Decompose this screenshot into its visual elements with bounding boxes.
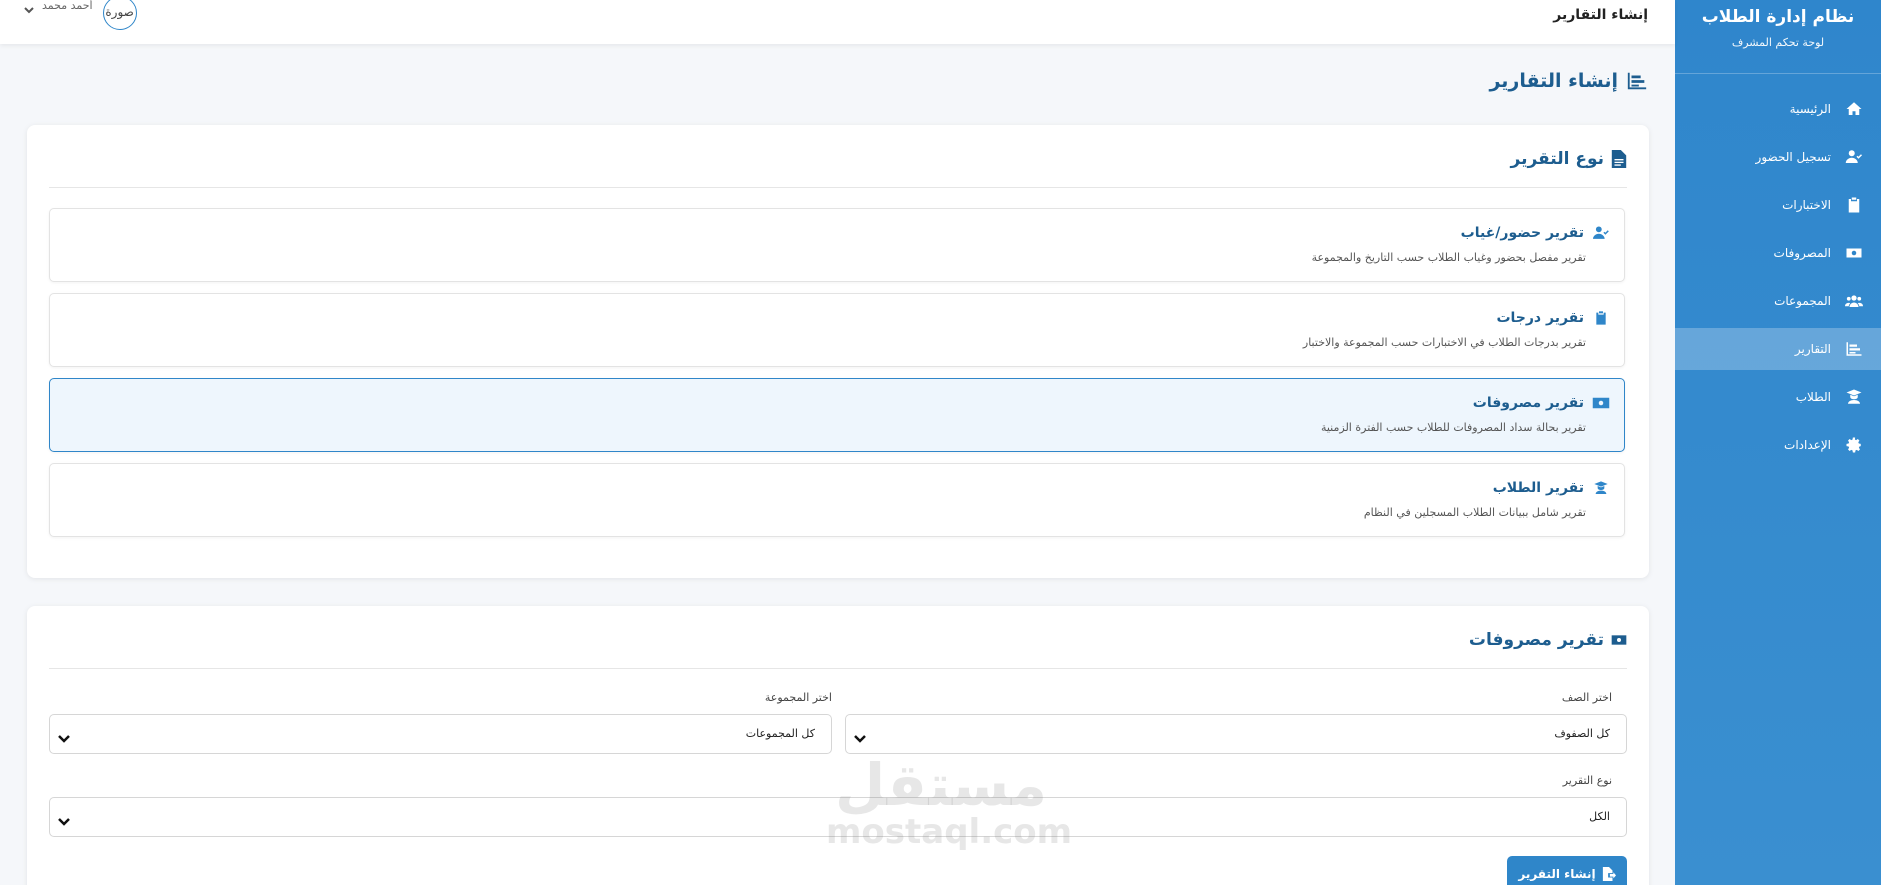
group-select-value: كل المجموعات [745,727,815,740]
option-title-text: تقرير مصروفات [1472,395,1584,411]
gear-icon [1841,436,1867,454]
report-option-grades[interactable]: تقرير درجات تقرير بدرجات الطلاب في الاخت… [49,293,1625,367]
group-select[interactable]: كل المجموعات [49,714,832,754]
sidebar-nav: الرئيسية تسجيل الحضور الاختبارات المصروف… [1675,88,1881,466]
user-name[interactable]: أحمد محمد [42,0,93,12]
sidebar-item-attendance[interactable]: تسجيل الحضور [1675,136,1881,178]
option-title-text: تقرير الطلاب [1492,480,1584,496]
file-icon [1611,150,1627,168]
option-title-text: تقرير درجات [1496,310,1584,326]
report-kind-select-value: الكل [1589,810,1610,823]
class-select[interactable]: كل الصفوف [845,714,1627,754]
option-title: تقرير درجات [1496,310,1610,326]
page-title-text: إنشاء التقارير [1489,70,1618,92]
report-option-attendance[interactable]: تقرير حضور/غياب تقرير مفصل بحضور وغياب ا… [49,208,1625,282]
sidebar-item-settings[interactable]: الإعدادات [1675,424,1881,466]
generate-report-label: إنشاء التقرير [1518,867,1596,881]
watermark: مستقل mostaql.com [826,751,1073,852]
option-description: تقرير مفصل بحضور وغياب الطلاب حسب التاري… [1311,251,1586,264]
clipboard-icon [1841,196,1867,214]
sidebar-item-exams[interactable]: الاختبارات [1675,184,1881,226]
sidebar-item-label: الطلاب [1795,390,1831,404]
option-description: تقرير بدرجات الطلاب في الاختبارات حسب ال… [1302,336,1586,349]
app-subtitle: لوحة تحكم المشرف [1731,36,1825,49]
sidebar-item-label: التقارير [1794,342,1831,356]
option-title: تقرير مصروفات [1473,395,1610,411]
chevron-down-icon [854,729,866,743]
file-export-icon [1602,867,1616,881]
sidebar-item-label: المجموعات [1774,294,1831,308]
sidebar-item-students[interactable]: الطلاب [1675,376,1881,418]
user-check-icon [1841,148,1867,166]
group-label: اختر المجموعة [764,691,832,704]
users-icon [1841,292,1867,310]
sidebar-item-home[interactable]: الرئيسية [1675,88,1881,130]
money-icon [1611,635,1627,645]
sidebar: نظام إدارة الطلاب لوحة تحكم المشرف الرئي… [1675,0,1881,885]
chevron-down-icon[interactable] [24,0,34,14]
money-icon [1841,244,1867,262]
user-menu[interactable]: صورة أحمد محمد [24,0,137,30]
page-title: إنشاء التقارير [1489,70,1648,92]
sidebar-item-label: الإعدادات [1784,438,1831,452]
divider [49,668,1627,669]
sidebar-item-label: المصروفات [1773,246,1831,260]
report-type-title: نوع التقرير [1511,149,1628,169]
option-title-text: تقرير حضور/غياب [1460,225,1584,241]
sidebar-item-label: الاختبارات [1782,198,1831,212]
class-label: اختر الصف [1561,691,1612,704]
home-icon [1841,100,1867,118]
option-description: تقرير شامل ببيانات الطلاب المسجلين في ال… [1363,506,1586,519]
chart-icon [1627,72,1647,90]
chevron-down-icon [58,729,70,743]
report-type-title-text: نوع التقرير [1510,149,1605,169]
clipboard-icon [1596,311,1606,325]
chart-icon [1841,340,1867,358]
option-title: تقرير حضور/غياب [1461,225,1610,241]
divider [49,187,1627,188]
chevron-down-icon [58,812,70,826]
app-title: نظام إدارة الطلاب [1701,7,1855,27]
sidebar-item-label: الرئيسية [1789,102,1831,116]
report-type-card: نوع التقرير تقرير حضور/غياب تقرير مفصل ب… [27,125,1649,578]
avatar[interactable]: صورة [102,0,137,30]
fees-report-title: تقرير مصروفات [1469,630,1627,650]
user-check-icon [1593,226,1609,239]
sidebar-item-reports[interactable]: التقارير [1675,328,1881,370]
sidebar-item-groups[interactable]: المجموعات [1675,280,1881,322]
topbar: إنشاء التقارير صورة أحمد محمد [0,0,1675,44]
option-title: تقرير الطلاب [1493,480,1610,496]
sidebar-item-label: تسجيل الحضور [1755,150,1831,164]
topbar-title: إنشاء التقارير [1553,7,1648,23]
generate-report-button[interactable]: إنشاء التقرير [1507,856,1627,885]
fees-report-title-text: تقرير مصروفات [1468,630,1604,650]
watermark-english: mostaql.com [826,812,1073,852]
graduate-icon [1841,388,1867,406]
brand: نظام إدارة الطلاب لوحة تحكم المشرف [1675,0,1881,74]
watermark-arabic: مستقل [834,751,1048,819]
report-option-students[interactable]: تقرير الطلاب تقرير شامل ببيانات الطلاب ا… [49,463,1625,537]
sidebar-item-fees[interactable]: المصروفات [1675,232,1881,274]
option-description: تقرير بحالة سداد المصروفات للطلاب حسب ال… [1320,421,1586,434]
class-select-value: كل الصفوف [1554,727,1610,740]
report-option-fees[interactable]: تقرير مصروفات تقرير بحالة سداد المصروفات… [49,378,1625,452]
report-kind-label: نوع التقرير [1562,774,1612,787]
money-icon [1592,397,1610,409]
graduate-icon [1594,481,1608,494]
